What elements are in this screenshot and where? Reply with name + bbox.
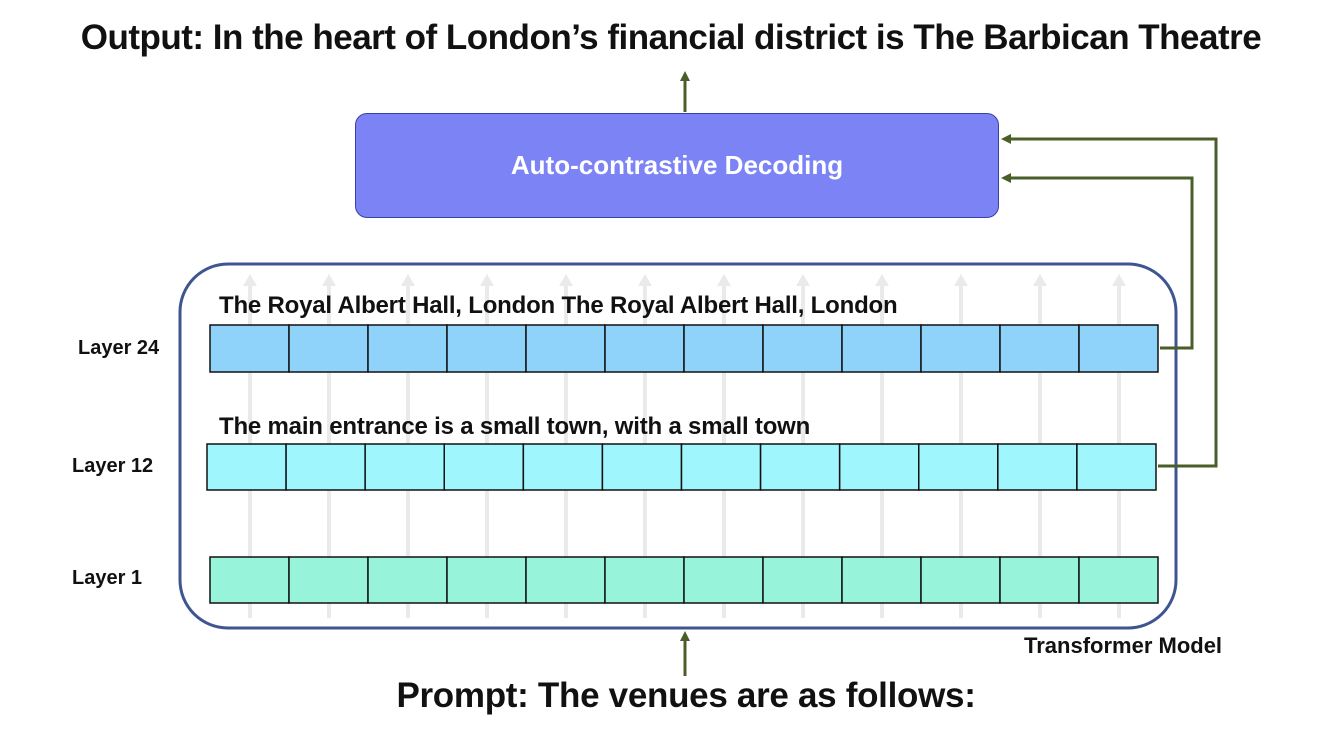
layer-1-token-cell: [999, 556, 1080, 604]
layer-1-token-cell: [683, 556, 764, 604]
layer-1-token-cell: [446, 556, 527, 604]
layer-12-output-text: The main entrance is a small town, with …: [219, 413, 811, 440]
layer-1-token-cell: [762, 556, 843, 604]
faint-flow-arrowhead: [480, 274, 494, 286]
layer-12-token-cell: [364, 443, 445, 491]
faint-flow-arrowhead: [1112, 274, 1126, 286]
faint-flow-arrowhead: [638, 274, 652, 286]
layer-24-output-text: The Royal Albert Hall, London The Royal …: [219, 292, 898, 319]
layer-24-token-cell: [683, 324, 764, 373]
layer-24-token-cell: [367, 324, 448, 373]
layer-12-token-cell: [759, 443, 841, 491]
faint-flow-arrowhead: [717, 274, 731, 286]
layer-24-token-cell: [288, 324, 369, 373]
layer-1-token-cell: [525, 556, 606, 604]
faint-flow-arrowhead: [243, 274, 257, 286]
layer-24-label: Layer 24: [78, 337, 160, 359]
layer-1-token-cell: [841, 556, 922, 604]
layer-12-to-decoder-arrow: [1001, 134, 1218, 468]
layer-24-token-cell: [1078, 324, 1159, 373]
layer-12-token-cell: [1076, 443, 1157, 491]
layer-1-token-cell: [604, 556, 685, 604]
faint-flow-arrowhead: [559, 274, 573, 286]
layer-12-token-cell: [838, 443, 920, 491]
layer-24-token-cell: [999, 324, 1080, 373]
faint-flow-arrowhead: [796, 274, 810, 286]
layer-24-token-cell: [209, 324, 290, 373]
layer-24-token-cell: [920, 324, 1001, 373]
layer-12-token-cell: [206, 443, 287, 491]
layer-1-token-cell: [1078, 556, 1159, 604]
faint-flow-arrowhead: [875, 274, 889, 286]
faint-flow-arrowhead: [1033, 274, 1047, 286]
layer-1-label: Layer 1: [72, 567, 143, 589]
layer-24-token-cell: [841, 324, 922, 373]
layer-24-token-cell: [446, 324, 527, 373]
layer-1-token-cell: [288, 556, 369, 604]
layer-24-token-cell: [762, 324, 843, 373]
layer-rows: [206, 324, 1159, 604]
layer-1-token-cell: [920, 556, 1001, 604]
layer-12-token-cell: [443, 443, 525, 491]
layer-12-token-cell: [285, 443, 366, 491]
layer-1-token-cell: [367, 556, 448, 604]
prompt-text: Prompt: The venues are as follows:: [396, 676, 976, 715]
diagram-canvas: [178, 71, 1218, 676]
layer-12-token-cell: [680, 443, 762, 491]
faint-flow-arrowhead: [954, 274, 968, 286]
decoder-label: Auto-contrastive Decoding: [510, 150, 844, 180]
faint-flow-arrowhead: [401, 274, 415, 286]
layer-24-token-cell: [525, 324, 606, 373]
layer-12-token-cell: [601, 443, 683, 491]
layer-12-token-cell: [522, 443, 604, 491]
layer-12-label: Layer 12: [72, 455, 154, 477]
layer-24-token-cell: [604, 324, 685, 373]
layer-1-token-cell: [209, 556, 290, 604]
faint-flow-arrowhead: [322, 274, 336, 286]
transformer-model-label: Transformer Model: [1024, 633, 1223, 658]
layer-12-token-cell: [997, 443, 1078, 491]
auto-contrastive-decoding-block: Auto-contrastive Decoding: [355, 113, 999, 218]
layer-12-token-cell: [918, 443, 999, 491]
